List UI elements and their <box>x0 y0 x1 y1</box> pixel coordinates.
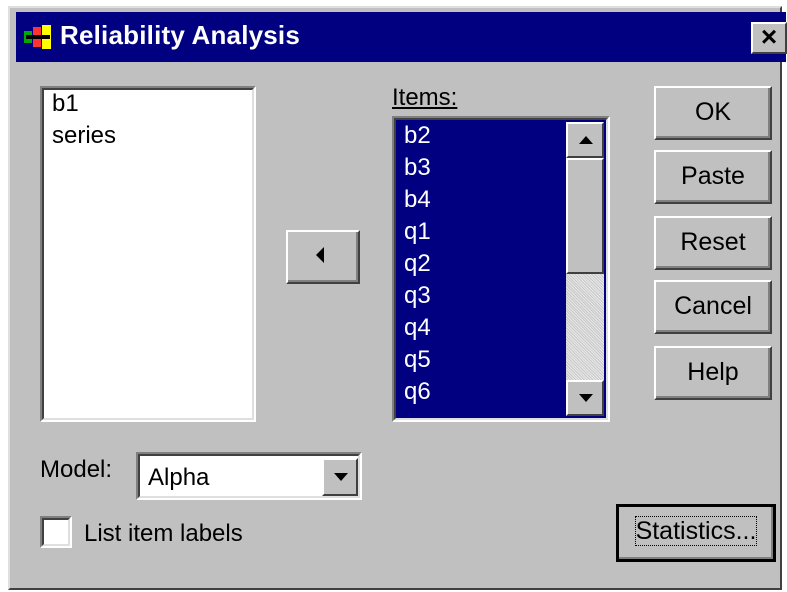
list-item[interactable]: q3 <box>404 280 431 312</box>
list-item[interactable]: q6 <box>404 376 431 408</box>
help-button[interactable]: Help <box>654 346 772 400</box>
move-left-button[interactable] <box>286 230 360 284</box>
paste-button[interactable]: Paste <box>654 150 772 204</box>
list-item-labels-checkbox[interactable] <box>40 516 72 548</box>
down-arrow-icon <box>579 394 593 402</box>
list-item[interactable]: b4 <box>404 184 431 216</box>
list-item[interactable]: series <box>52 120 116 152</box>
model-label: Model: <box>40 456 113 483</box>
list-item[interactable]: b3 <box>404 152 431 184</box>
close-button[interactable]: × <box>751 22 787 54</box>
title-bar: Reliability Analysis × <box>16 12 787 62</box>
list-item[interactable]: b2 <box>404 120 431 152</box>
left-arrow-icon <box>316 247 324 263</box>
items-label: Items: <box>392 84 457 112</box>
window-title: Reliability Analysis <box>60 20 301 50</box>
scroll-thumb[interactable] <box>566 158 604 274</box>
list-item[interactable]: q5 <box>404 344 431 376</box>
ok-button[interactable]: OK <box>654 86 772 140</box>
items-scrollbar[interactable] <box>566 122 604 416</box>
statistics-label: Statistics... <box>634 516 758 546</box>
cancel-button[interactable]: Cancel <box>654 280 772 334</box>
items-label-text: Items: <box>392 84 458 111</box>
scroll-up-button[interactable] <box>566 122 604 158</box>
list-item-labels-label: List item labels <box>84 520 243 547</box>
model-value: Alpha <box>148 464 210 491</box>
list-item[interactable]: b1 <box>52 88 79 120</box>
app-icon <box>24 25 51 49</box>
model-select[interactable]: Alpha <box>136 452 362 500</box>
model-dropdown-button[interactable] <box>322 458 358 496</box>
list-item[interactable]: q4 <box>404 312 431 344</box>
up-arrow-icon <box>579 136 593 144</box>
statistics-button[interactable]: Statistics... <box>616 504 776 562</box>
list-item[interactable]: q1 <box>404 216 431 248</box>
close-icon: × <box>760 21 778 52</box>
scroll-down-button[interactable] <box>566 380 604 416</box>
reset-button[interactable]: Reset <box>654 216 772 270</box>
list-item[interactable]: q2 <box>404 248 431 280</box>
source-variable-list[interactable]: b1 series <box>40 86 256 422</box>
chevron-down-icon <box>334 473 348 481</box>
